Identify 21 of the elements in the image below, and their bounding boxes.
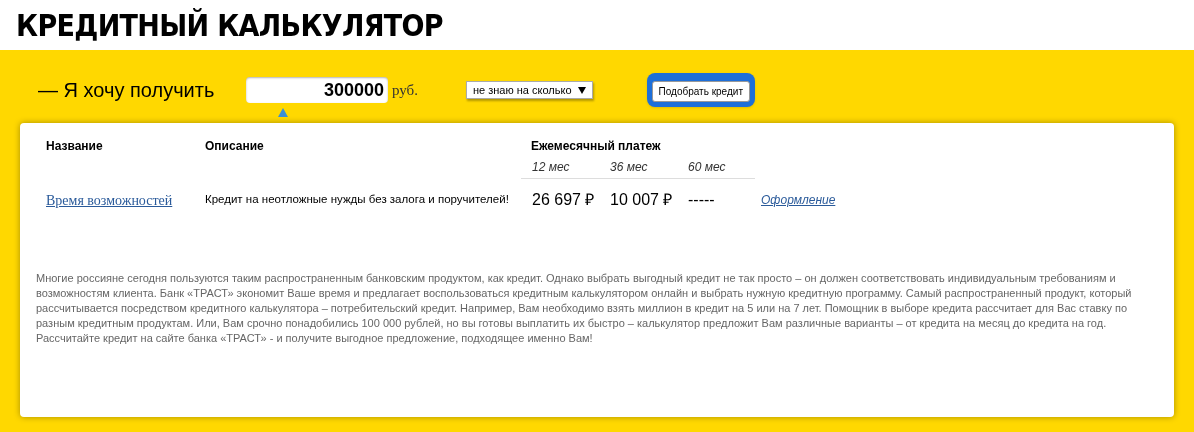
- monthly-payment: 26 697 ₽: [531, 190, 596, 210]
- credit-name-link[interactable]: Время возможностей: [46, 189, 205, 211]
- monthly-payment: -----: [687, 190, 716, 210]
- apply-link[interactable]: Оформление: [761, 191, 836, 209]
- caret-icon: [577, 86, 586, 94]
- term-header: 60 мес: [687, 158, 727, 176]
- amount-field[interactable]: 300000: [246, 77, 388, 103]
- monthly-payment: 10 007 ₽: [609, 190, 674, 210]
- credit-description: Кредит на неотложные нужды без залога и поручителей!: [205, 192, 510, 208]
- pointer-icon: [278, 108, 288, 117]
- column-header: Описание: [205, 138, 265, 155]
- page-title: КРЕДИТНЫЙ КАЛЬКУЛЯТОР: [16, 6, 443, 45]
- term-header: 12 мес: [531, 158, 571, 176]
- amount-label: — Я хочу получить: [38, 78, 216, 103]
- column-header: Ежемесячный платеж: [531, 138, 661, 155]
- term-header: 36 мес: [609, 158, 649, 176]
- info-paragraph: Многие россияне сегодня пользуются таким распространенным банковским продуктом, как кредит. Однако выбрать выгодный кредит не так просто – он должен соответствовать индивидуальным требованиям и возможностям клиента. Банк «ТРАСТ» экономит Ваше время и предлагает воспользоваться кредитным калькулятором онлайн и выбрать нужную кредитную программу. Самый распространенный продукт, который рассчитывается посредством кредитного калькулятора – потребительский кредит. Например, Вам необходимо взять миллион в кредит на 5 или на 7 лет. Помощник в выборе кредита рассчитает для Вас ставку по разным кредитным продуктам. Или, Вам срочно понадобились 100 000 рублей, но вы готовы выплатить их быстро – калькулятор предложит Вам различные варианты – от кредита на месяц до кредита на год. Рассчитайте кредит на сайте банка «ТРАСТ» - и получите выгодное предложение, подходящее именно Вам!: [36, 271, 1133, 346]
- currency-label: руб.: [392, 80, 418, 100]
- term-dropdown[interactable]: не знаю на сколько: [466, 81, 593, 99]
- column-header: Название: [46, 138, 104, 155]
- find-credit-button[interactable]: Подобрать кредит: [651, 81, 750, 102]
